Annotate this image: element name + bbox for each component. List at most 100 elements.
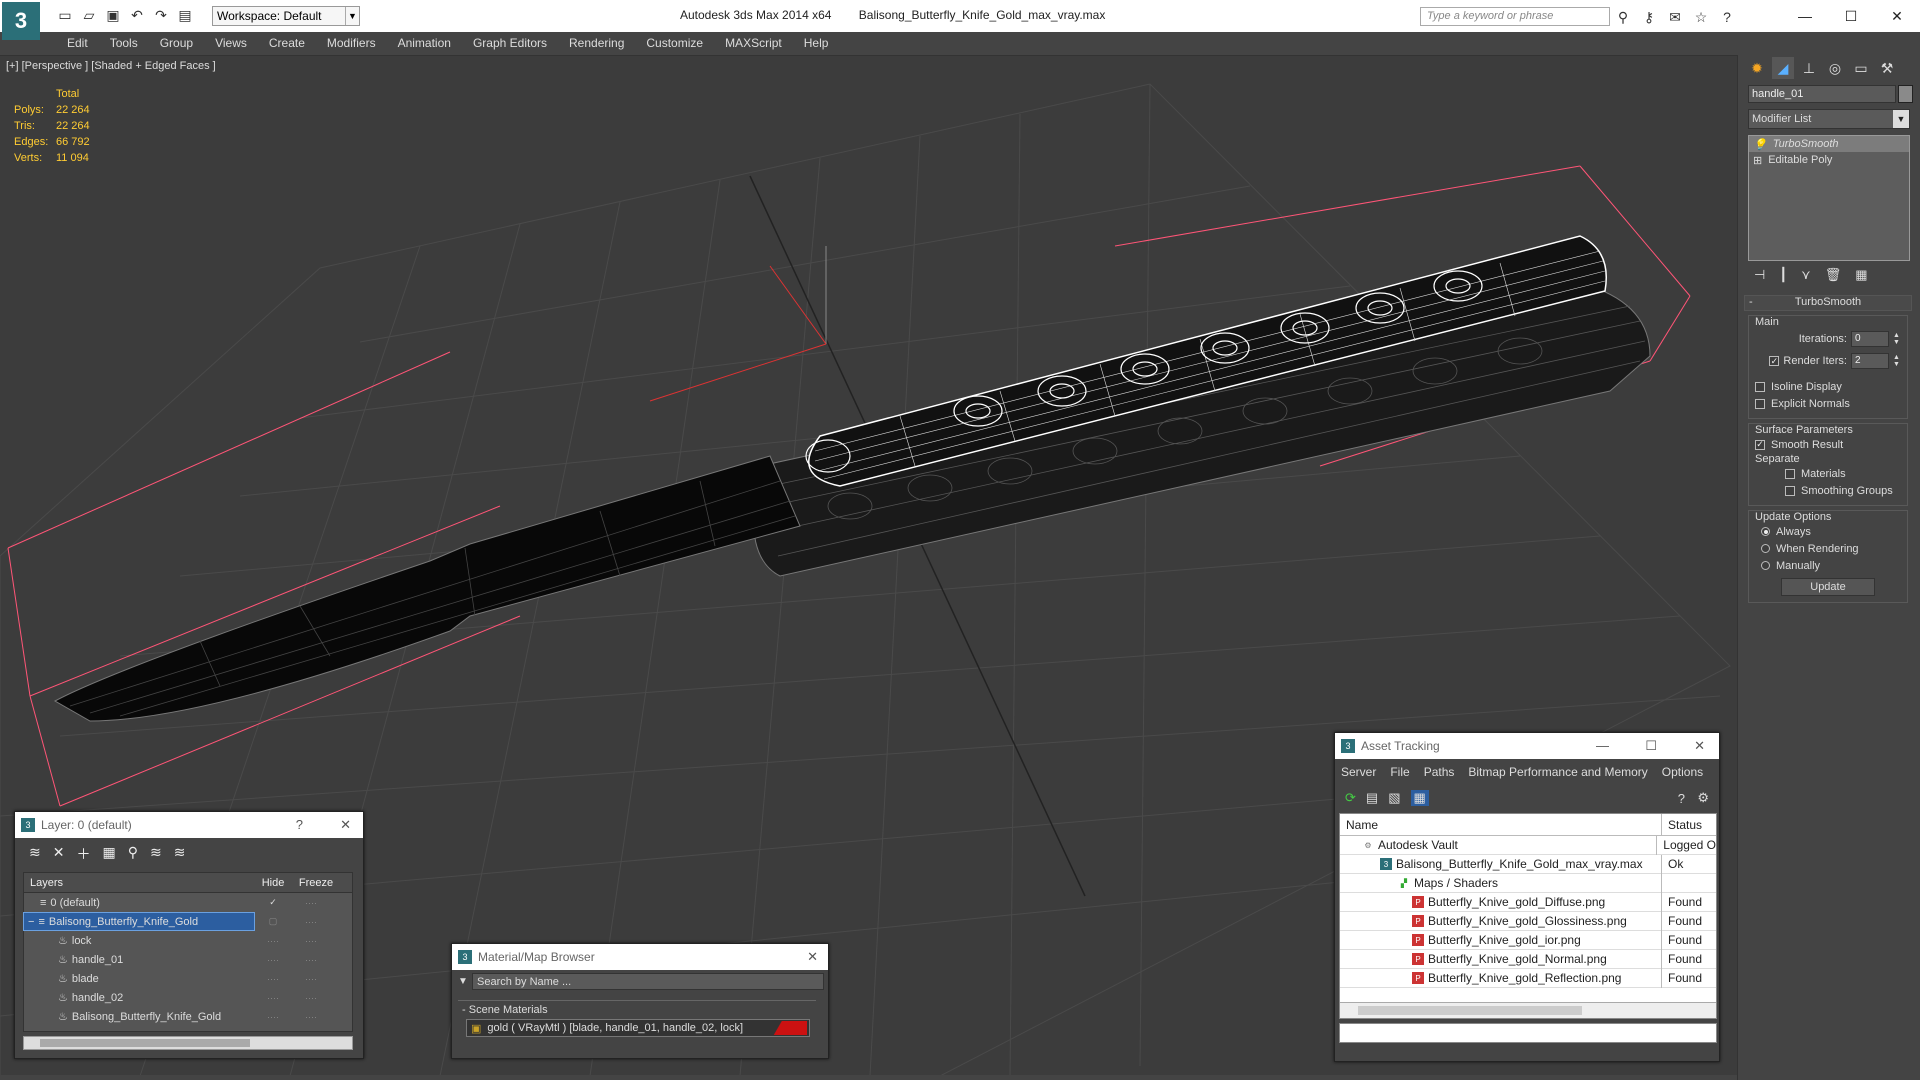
layer-row[interactable]: ♨ handle_02 ···· ···· — [24, 988, 352, 1007]
make-unique-icon[interactable]: ⋎ — [1801, 267, 1811, 283]
pin-stack-icon[interactable]: ⊣ — [1754, 267, 1765, 283]
layer-row[interactable]: ♨ blade ···· ···· — [24, 969, 352, 988]
menu-edit[interactable]: Edit — [56, 36, 99, 50]
hide-toggle[interactable]: ···· — [254, 1012, 292, 1022]
asset-row[interactable]: ▞ Maps / Shaders — [1340, 873, 1716, 893]
highlight-layer-icon[interactable]: ⚲ — [128, 844, 138, 864]
current-layer-check-icon[interactable]: ✓ — [254, 897, 292, 908]
column-freeze[interactable]: Freeze — [292, 877, 340, 889]
add-to-layer-icon[interactable]: ＋ — [76, 844, 90, 864]
column-status[interactable]: Status — [1662, 818, 1702, 832]
help-icon[interactable]: ? — [1678, 791, 1685, 806]
configure-sets-icon[interactable]: ▦ — [1855, 267, 1867, 283]
horizontal-scrollbar[interactable] — [23, 1036, 353, 1050]
undo-icon[interactable]: ↶ — [128, 6, 146, 24]
when-rendering-radio[interactable] — [1761, 544, 1770, 553]
maximize-icon[interactable]: ☐ — [1645, 738, 1657, 754]
asset-row[interactable]: P Butterfly_Knive_gold_Normal.png Found — [1340, 949, 1716, 969]
help-icon[interactable]: ? — [1718, 8, 1736, 26]
remove-modifier-icon[interactable]: 🗑 — [1825, 267, 1842, 283]
close-icon[interactable]: ✕ — [1694, 738, 1705, 754]
asset-tracking-titlebar[interactable]: 3 Asset Tracking — ☐ ✕ — [1335, 733, 1719, 759]
menu-tools[interactable]: Tools — [99, 36, 149, 50]
manually-radio[interactable] — [1761, 561, 1770, 570]
render-iters-checkbox[interactable]: ✓ — [1769, 356, 1780, 366]
menu-bitmap-performance[interactable]: Bitmap Performance and Memory — [1468, 765, 1647, 779]
expand-plus-icon[interactable]: ⊞ — [1753, 154, 1762, 167]
stack-item-editable-poly[interactable]: ⊞ Editable Poly — [1749, 152, 1909, 168]
close-button[interactable]: ✕ — [1874, 0, 1920, 32]
layer-row[interactable]: ♨ handle_01 ···· ···· — [24, 950, 352, 969]
create-layer-icon[interactable]: ≋ — [29, 844, 41, 864]
freeze-all-icon[interactable]: ≋ — [174, 844, 186, 864]
spinner-arrows-icon[interactable]: ▲ ▼ — [1893, 354, 1901, 368]
menu-group[interactable]: Group — [149, 36, 204, 50]
freeze-toggle[interactable]: ···· — [292, 974, 330, 984]
delete-layer-icon[interactable]: ✕ — [53, 844, 65, 864]
help-icon[interactable]: ? — [296, 817, 303, 832]
menu-modifiers[interactable]: Modifiers — [316, 36, 387, 50]
freeze-toggle[interactable]: ···· — [292, 955, 330, 965]
asset-row[interactable]: P Butterfly_Knive_gold_Diffuse.png Found — [1340, 892, 1716, 912]
utilities-tab-icon[interactable]: ⚒ — [1876, 57, 1898, 79]
smooth-result-checkbox[interactable]: ✓ — [1755, 439, 1765, 450]
material-search-input[interactable]: Search by Name ... — [472, 973, 824, 990]
explicit-normals-checkbox[interactable] — [1755, 398, 1765, 409]
minimize-button[interactable]: — — [1782, 0, 1828, 32]
thumbnail-view-icon[interactable]: ▧ — [1388, 790, 1400, 806]
material-item[interactable]: ▣ gold ( VRayMtl ) [blade, handle_01, ha… — [466, 1019, 810, 1037]
menu-file[interactable]: File — [1390, 765, 1409, 779]
column-hide[interactable]: Hide — [254, 877, 292, 889]
scrollbar-thumb[interactable] — [1358, 1006, 1582, 1015]
minimize-icon[interactable]: — — [1596, 738, 1609, 753]
column-name[interactable]: Name — [1340, 814, 1662, 836]
close-icon[interactable]: ✕ — [807, 949, 818, 965]
menu-paths[interactable]: Paths — [1424, 765, 1455, 779]
scene-materials-section[interactable]: - Scene Materials — [458, 1000, 816, 1017]
menu-server[interactable]: Server — [1341, 765, 1376, 779]
favorites-star-icon[interactable]: ☆ — [1692, 8, 1710, 26]
hide-toggle[interactable]: ···· — [254, 974, 292, 984]
maximize-button[interactable]: ☐ — [1828, 0, 1874, 32]
object-color-swatch[interactable] — [1898, 85, 1913, 103]
layer-window-titlebar[interactable]: 3 Layer: 0 (default) ? ✕ — [15, 812, 363, 838]
select-objects-icon[interactable]: ▦ — [102, 844, 115, 864]
smoothing-groups-checkbox[interactable] — [1785, 485, 1795, 496]
settings-icon[interactable]: ⚙ — [1697, 790, 1709, 806]
menu-help[interactable]: Help — [793, 36, 840, 50]
set-current-layer-icon[interactable]: ▢ — [254, 916, 292, 927]
show-end-result-icon[interactable]: ┃ — [1779, 267, 1787, 283]
filter-dropdown-icon[interactable]: ▼ — [458, 976, 468, 987]
table-view-icon[interactable]: ▦ — [1410, 790, 1429, 806]
modify-tab-icon[interactable]: ◢ — [1772, 57, 1794, 79]
menu-customize[interactable]: Customize — [635, 36, 714, 50]
list-view-icon[interactable]: ▤ — [1366, 790, 1378, 806]
lightbulb-icon[interactable]: 💡 — [1753, 138, 1767, 151]
motion-tab-icon[interactable]: ◎ — [1824, 57, 1846, 79]
spinner-arrows-icon[interactable]: ▲ ▼ — [1893, 332, 1901, 346]
communication-icon[interactable]: ✉ — [1666, 8, 1684, 26]
scrollbar-thumb[interactable] — [40, 1039, 250, 1047]
layer-row[interactable]: ♨ Balisong_Butterfly_Knife_Gold ···· ···· — [24, 1007, 352, 1026]
freeze-toggle[interactable]: ···· — [292, 936, 330, 946]
always-radio[interactable] — [1761, 527, 1770, 536]
project-folder-icon[interactable]: ▤ — [176, 6, 194, 24]
freeze-toggle[interactable]: ···· — [292, 993, 330, 1003]
menu-views[interactable]: Views — [204, 36, 258, 50]
redo-icon[interactable]: ↷ — [152, 6, 170, 24]
asset-row[interactable]: P Butterfly_Knive_gold_Reflection.png Fou… — [1340, 968, 1716, 988]
isoline-display-checkbox[interactable] — [1755, 381, 1765, 392]
viewport-label[interactable]: [+] [Perspective ] [Shaded + Edged Faces… — [6, 60, 216, 72]
search-input[interactable]: Type a keyword or phrase — [1420, 7, 1610, 26]
workspace-dropdown[interactable]: Workspace: Default ▼ — [212, 6, 360, 26]
update-button[interactable]: Update — [1781, 578, 1875, 596]
menu-create[interactable]: Create — [258, 36, 316, 50]
menu-options[interactable]: Options — [1662, 765, 1703, 779]
material-browser-titlebar[interactable]: 3 Material/Map Browser ✕ — [452, 944, 828, 970]
binoculars-icon[interactable]: ⚲ — [1614, 8, 1632, 26]
menu-graph-editors[interactable]: Graph Editors — [462, 36, 558, 50]
hide-toggle[interactable]: ···· — [254, 936, 292, 946]
layer-row[interactable]: ♨ lock ···· ···· — [24, 931, 352, 950]
collapse-icon[interactable]: − — [28, 916, 34, 928]
menu-rendering[interactable]: Rendering — [558, 36, 635, 50]
